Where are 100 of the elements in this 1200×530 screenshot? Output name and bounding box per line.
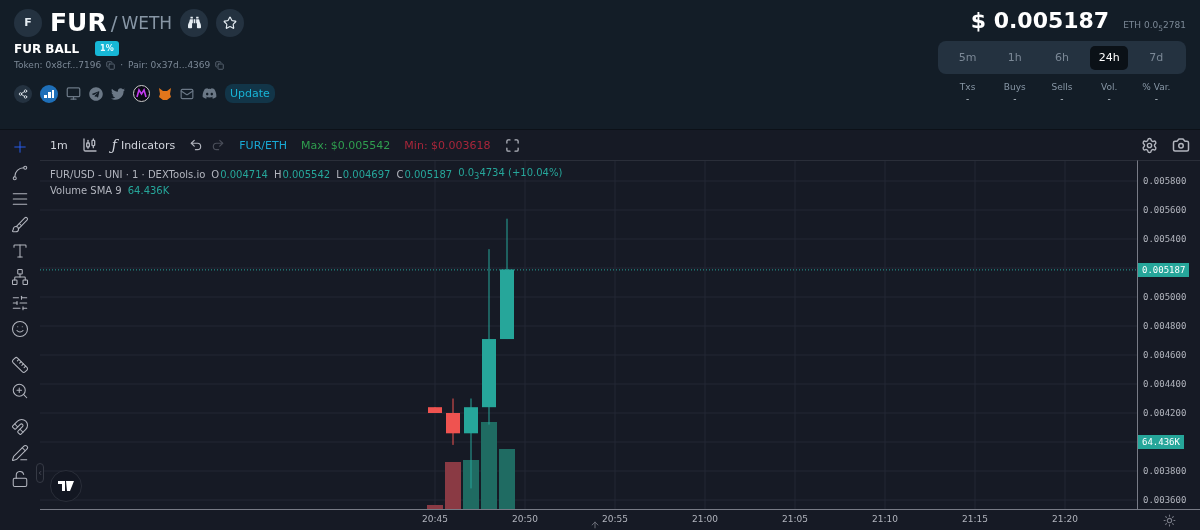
- base-symbol: FUR: [50, 8, 107, 37]
- text-tool-icon[interactable]: [11, 242, 29, 260]
- chart-logo-icon[interactable]: [40, 84, 58, 103]
- price-axis-label: 0.003600: [1143, 495, 1187, 505]
- update-button[interactable]: Update: [225, 84, 275, 103]
- tax-badge: 1%: [95, 41, 119, 56]
- letter-logo-icon[interactable]: [133, 85, 150, 102]
- stat-value: -: [1013, 94, 1017, 104]
- candle: [428, 406, 442, 414]
- fox-icon[interactable]: [158, 86, 172, 101]
- favorite-button[interactable]: [216, 8, 245, 37]
- binoculars-icon: [187, 16, 201, 29]
- candles-icon[interactable]: [81, 137, 98, 153]
- price-axis-label: 0.004200: [1143, 408, 1187, 418]
- discord-icon[interactable]: [202, 86, 217, 101]
- period-tab[interactable]: 7d: [1137, 45, 1176, 70]
- ohlc-key: O: [211, 168, 220, 180]
- star-icon: [223, 15, 238, 30]
- last-price-tag: 0.005187: [1138, 262, 1190, 277]
- stat-value: -: [965, 94, 970, 104]
- token-avatar: F: [14, 8, 42, 37]
- drawlock-tool-icon[interactable]: [11, 444, 29, 462]
- separator-dot: ·: [120, 60, 124, 70]
- stat-value: -: [1060, 94, 1064, 104]
- settings-icon[interactable]: [1141, 136, 1158, 154]
- lines-tool-icon[interactable]: [11, 190, 29, 208]
- brush-tool-icon[interactable]: [11, 216, 29, 234]
- function-glyph: ƒ: [111, 137, 117, 153]
- period-tab[interactable]: 24h: [1090, 45, 1129, 70]
- ruler-tool-icon[interactable]: [11, 356, 29, 374]
- volume-bar: [499, 449, 515, 509]
- ohlc-key: L: [336, 168, 342, 180]
- zoom-tool-icon[interactable]: [11, 382, 29, 400]
- max-price: Max: $0.005542: [300, 138, 391, 152]
- magnet-tool-icon[interactable]: [11, 418, 29, 436]
- stat-label: Buys: [1003, 82, 1026, 92]
- telegram-icon[interactable]: [89, 86, 103, 101]
- min-price: Min: $0.003618: [404, 138, 491, 152]
- price-axis-label: 0.005600: [1143, 205, 1187, 215]
- price-change: 0.0$_{3}$4734 (+10.04%): [458, 167, 563, 181]
- quote-symbol: WETH: [121, 12, 173, 33]
- fib-tool-icon[interactable]: [11, 294, 29, 312]
- ohlc-value: 0.004697: [342, 168, 391, 180]
- time-axis-label: 21:10: [872, 514, 898, 524]
- price-axis-label: 0.005000: [1143, 292, 1187, 302]
- pair-symbol[interactable]: FUR/ETH: [239, 138, 287, 152]
- time-axis-label: 21:00: [692, 514, 718, 524]
- ohlc-value: 0.005187: [404, 168, 453, 180]
- candle: [446, 398, 460, 446]
- fullscreen-icon[interactable]: [504, 137, 520, 153]
- binoculars-button[interactable]: [180, 8, 209, 37]
- time-axis-label: 20:55: [602, 514, 628, 524]
- trendline-tool-icon[interactable]: [11, 164, 29, 182]
- token-address: Token: 0x8cf...7196: [14, 60, 102, 70]
- time-axis-label: 21:20: [1052, 514, 1078, 524]
- ohlc-value: 0.005542: [282, 168, 331, 180]
- symbol-legend: FUR/USD - UNI · 1 · DEXTools.io: [50, 168, 206, 180]
- stat-label: Sells: [1051, 82, 1073, 92]
- pair-separator: /: [110, 10, 118, 35]
- volume-bar: [427, 505, 443, 509]
- mail-icon[interactable]: [180, 86, 194, 101]
- token-name: FUR BALL: [14, 41, 80, 56]
- ohlc-key: C: [396, 168, 404, 180]
- stat-value: -: [1107, 94, 1111, 104]
- share-icon[interactable]: [14, 84, 32, 103]
- price-axis-label: 0.005800: [1143, 176, 1187, 186]
- stat-value: -: [1154, 94, 1158, 104]
- chart-logo[interactable]: [50, 470, 82, 502]
- price-axis-label: 0.004800: [1143, 321, 1187, 331]
- stat-label: % Var.: [1142, 82, 1171, 92]
- price-axis-label: 0.004400: [1143, 379, 1187, 389]
- undo-icon[interactable]: [189, 138, 204, 152]
- price-axis-label: 0.005400: [1143, 234, 1187, 244]
- interval-button[interactable]: 1m: [50, 138, 68, 152]
- stat-label: Txs: [959, 82, 976, 92]
- period-tab[interactable]: 5m: [948, 45, 987, 70]
- period-tab[interactable]: 1h: [995, 45, 1034, 70]
- stat-label: Vol.: [1101, 82, 1118, 92]
- indicators-button[interactable]: Indicators: [120, 138, 176, 152]
- time-axis-label: 20:45: [422, 514, 448, 524]
- theme-icon[interactable]: [1162, 513, 1176, 527]
- period-tab[interactable]: 6h: [1042, 45, 1081, 70]
- volume-indicator-label: Volume SMA 9: [50, 185, 122, 196]
- monitor-icon[interactable]: [66, 86, 81, 101]
- ohlc-value: 0.004714: [220, 168, 268, 180]
- camera-icon[interactable]: [1172, 136, 1190, 154]
- volume-indicator-value: 64.436K: [127, 185, 170, 196]
- twitter-icon[interactable]: [111, 86, 125, 101]
- eth-price: ETH 0.0$_{5}$2781: [1123, 20, 1186, 33]
- emoji-tool-icon[interactable]: [11, 320, 29, 338]
- volume-tag: 64.436K: [1138, 435, 1184, 449]
- chevron-left-icon: [37, 469, 43, 477]
- time-axis-label: 21:15: [962, 514, 988, 524]
- pattern-tool-icon[interactable]: [11, 268, 29, 286]
- scroll-arrow-icon[interactable]: [590, 520, 600, 530]
- time-axis-label: 20:50: [512, 514, 538, 524]
- volume-bar: [445, 462, 461, 509]
- pair-address: Pair: 0x37d...4369: [128, 60, 211, 70]
- lock-tool-icon[interactable]: [11, 470, 29, 488]
- price-axis-label: 0.004600: [1143, 350, 1187, 360]
